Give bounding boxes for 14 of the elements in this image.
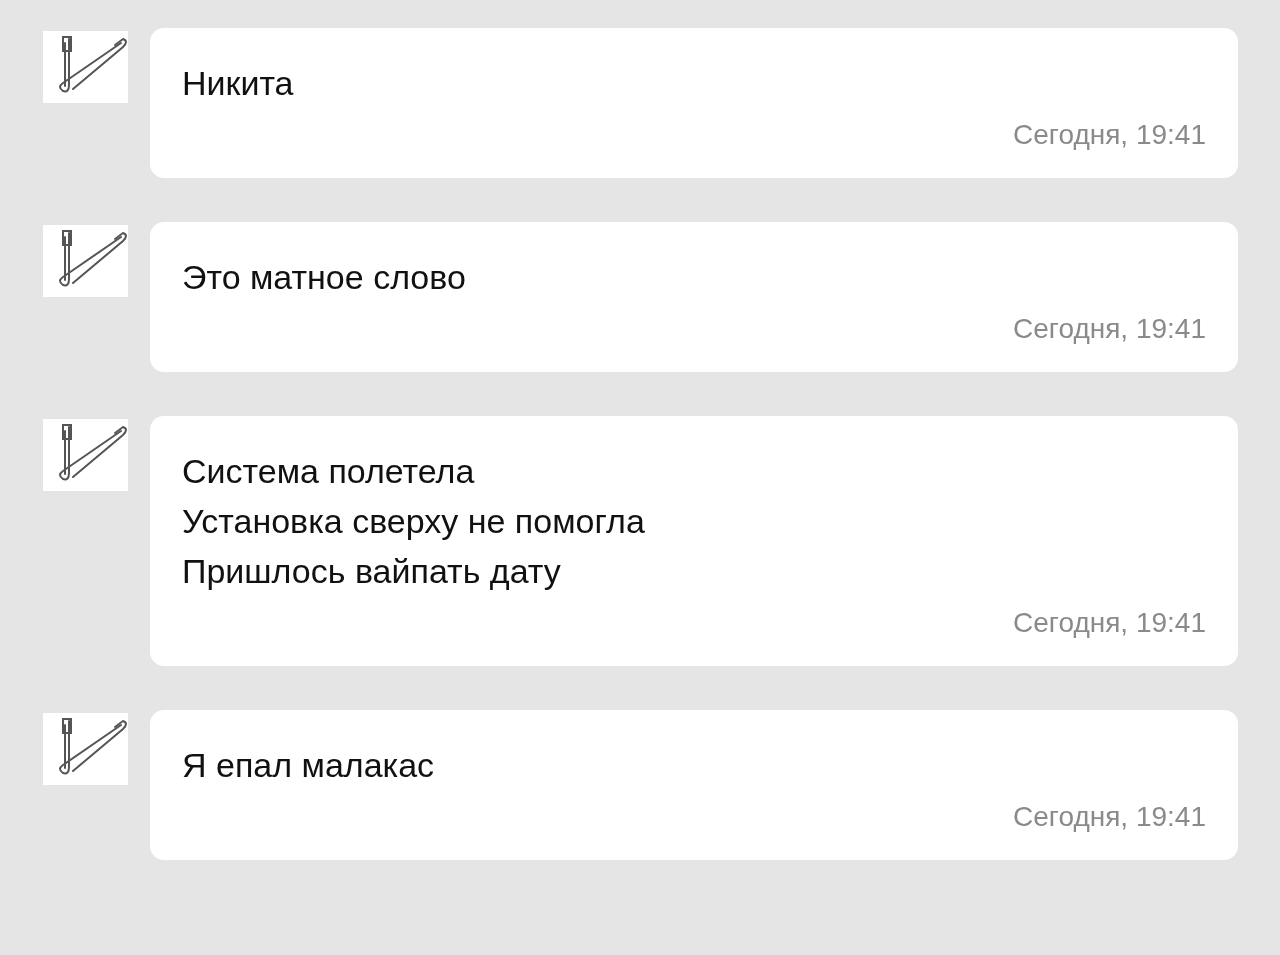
message-time: Сегодня, 19:41 <box>1012 606 1206 640</box>
safety-pin-icon <box>43 713 128 785</box>
message-time: Сегодня, 19:41 <box>1012 312 1206 346</box>
message-time: Сегодня, 19:41 <box>1012 118 1206 152</box>
message-text: Система полетела <box>182 451 476 492</box>
message-time: Сегодня, 19:41 <box>1012 800 1206 834</box>
message-text: Установка сверху не помогла <box>182 501 646 542</box>
message-text: Я епал малакас <box>182 745 436 786</box>
message-text: Пришлось вайпать дату <box>182 551 562 592</box>
safety-pin-icon <box>43 225 128 297</box>
safety-pin-icon <box>43 419 128 491</box>
message-text: Никита <box>182 63 295 104</box>
message-text: Это матное слово <box>182 257 467 298</box>
safety-pin-icon <box>43 31 128 103</box>
